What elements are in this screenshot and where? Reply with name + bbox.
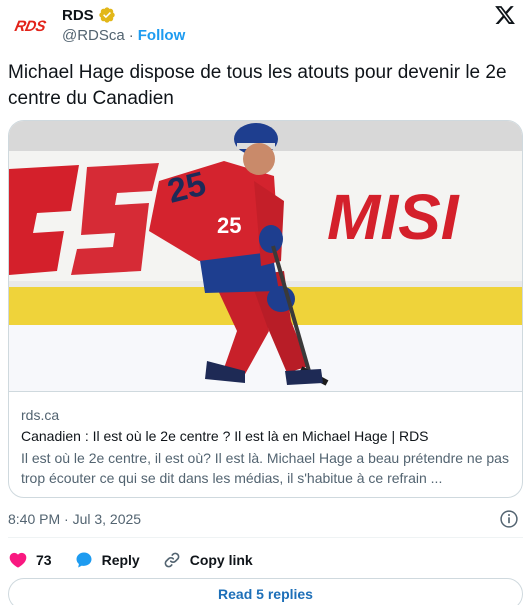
rink-text-right: MISI — [327, 181, 460, 253]
tweet-text: Michael Hage dispose de tous les atouts … — [8, 62, 507, 109]
link-icon — [164, 552, 180, 568]
rds-logo: RDS — [13, 17, 47, 35]
timestamp-row: 8:40 PM · Jul 3, 2025 — [8, 508, 523, 530]
tweet-header: RDS RDS @RDSca · Follow — [8, 0, 526, 56]
divider — [8, 537, 523, 538]
avatar[interactable]: RDS — [8, 6, 52, 46]
follow-button[interactable]: Follow — [138, 27, 186, 44]
reply-button[interactable]: Reply — [74, 550, 140, 570]
jersey-number: 25 — [217, 213, 241, 238]
handle-row: @RDSca · Follow — [62, 27, 185, 44]
x-logo-icon[interactable] — [494, 4, 516, 26]
likes-count: 73 — [36, 552, 52, 568]
card-domain: rds.ca — [21, 407, 60, 423]
verified-badge-icon — [98, 7, 115, 23]
read-replies-button[interactable]: Read 5 replies — [8, 578, 523, 605]
card-title[interactable]: Canadien : Il est où le 2e centre ? Il e… — [21, 426, 512, 446]
separator-dot: · — [128, 27, 134, 44]
display-name[interactable]: RDS — [62, 7, 94, 24]
author-name-row: RDS — [62, 6, 116, 24]
tweet-actions: 73 Reply Copy link — [8, 548, 275, 572]
link-preview-card[interactable]: MISI 25 25 rds.ca Canadien: Il est où l… — [8, 120, 523, 498]
like-button[interactable]: 73 — [8, 550, 52, 570]
reply-bubble-icon — [76, 552, 92, 568]
reply-label: Reply — [101, 552, 140, 568]
handle[interactable]: @RDSca — [62, 27, 125, 44]
heart-icon — [9, 552, 27, 568]
card-meta[interactable]: rds.ca Canadien : Il est où le 2e centre… — [9, 391, 522, 497]
card-description: Il est où le 2e centre, il est où? Il es… — [21, 450, 509, 486]
hockey-player-image: MISI 25 25 — [9, 121, 522, 391]
info-icon[interactable] — [499, 509, 519, 529]
hockey-photo[interactable]: MISI 25 25 — [9, 121, 522, 391]
copy-link-button[interactable]: Copy link — [162, 550, 253, 570]
timestamp[interactable]: 8:40 PM · Jul 3, 2025 — [8, 511, 141, 527]
copy-link-label: Copy link — [189, 552, 253, 568]
